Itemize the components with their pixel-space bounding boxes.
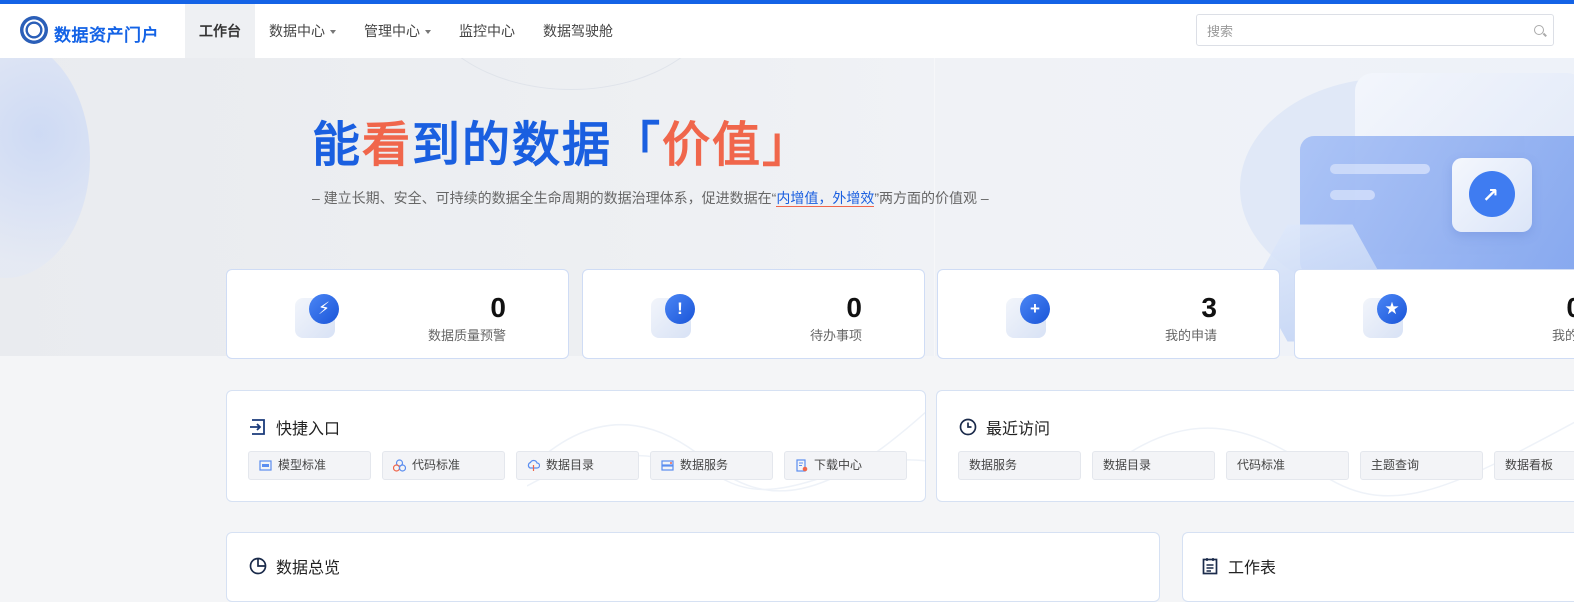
nav-label: 管理中心 bbox=[364, 23, 420, 39]
brand-title[interactable]: 数据资产门户 bbox=[54, 21, 159, 46]
stat-value: 3 bbox=[1201, 292, 1217, 323]
chip-label: 数据目录 bbox=[546, 458, 595, 472]
chip-label: 代码标准 bbox=[412, 458, 461, 472]
quick-item-code-standard[interactable]: 代码标准 bbox=[382, 451, 505, 480]
quick-item-data-catalog[interactable]: 数据目录 bbox=[516, 451, 639, 480]
recent-visits-list: 数据服务 数据目录 代码标准 主题查询 数据看板 bbox=[958, 451, 1574, 480]
download-icon bbox=[796, 459, 808, 472]
quick-item-download-center[interactable]: 下载中心 bbox=[784, 451, 907, 480]
chip-label: 数据服务 bbox=[680, 458, 729, 472]
main-nav: 工作台 数据中心 管理中心 监控中心 数据驾驶舱 bbox=[185, 4, 627, 58]
worksheet-title: 工作表 bbox=[1201, 554, 1276, 578]
panel-title-text: 最近访问 bbox=[986, 421, 1051, 438]
search-box bbox=[1196, 14, 1554, 47]
decor-waves bbox=[527, 411, 925, 492]
worksheet-panel: 工作表 bbox=[1182, 532, 1574, 602]
hero-title-part: 看 bbox=[362, 119, 413, 172]
hero-subtitle-text: ”两方面的价值观 – bbox=[874, 190, 989, 206]
stat-label: 待办事项 bbox=[809, 328, 862, 343]
hero-title-part: 能 bbox=[312, 119, 363, 172]
catalog-cloud-icon bbox=[527, 459, 540, 471]
quick-access-title: 快捷入口 bbox=[249, 415, 340, 439]
quick-access-list: 模型标准 代码标准 数据目录 数据服务 下载中心 bbox=[248, 451, 907, 480]
nav-item-workbench[interactable]: 工作台 bbox=[185, 4, 255, 58]
nav-item-monitor-center[interactable]: 监控中心 bbox=[445, 4, 529, 58]
stat-label: 我的申请 bbox=[1164, 328, 1217, 343]
decor-waves bbox=[1117, 421, 1574, 497]
top-header: 数据资产门户 工作台 数据中心 管理中心 监控中心 数据驾驶舱 bbox=[0, 4, 1574, 58]
hero-title: 能看到的数据「价值」 bbox=[312, 122, 812, 170]
stat-value: 0 bbox=[846, 292, 862, 323]
recent-visits-title: 最近访问 bbox=[959, 415, 1050, 439]
growth-arrow-icon: ↗ bbox=[1452, 158, 1532, 232]
service-icon bbox=[661, 460, 674, 471]
panel-title-text: 快捷入口 bbox=[276, 421, 341, 438]
exclamation-icon: ! bbox=[651, 292, 699, 338]
hero-subtitle-highlight: 内增值，外增效 bbox=[776, 190, 875, 207]
clipboard-list-icon bbox=[1202, 558, 1218, 575]
plus-request-icon: + bbox=[1006, 292, 1054, 338]
recent-item[interactable]: 数据看板 bbox=[1494, 451, 1574, 480]
nav-label: 数据中心 bbox=[269, 23, 325, 39]
recent-visits-panel: 最近访问 数据服务 数据目录 代码标准 主题查询 数据看板 bbox=[936, 390, 1574, 502]
nav-item-data-center[interactable]: 数据中心 bbox=[255, 4, 350, 58]
decor-blob bbox=[0, 58, 90, 278]
emblem-logo-icon[interactable] bbox=[20, 16, 48, 44]
hero-title-part: 」 bbox=[762, 119, 813, 172]
chevron-down-icon bbox=[330, 30, 336, 35]
chevron-down-icon bbox=[425, 30, 431, 35]
recent-item[interactable]: 数据目录 bbox=[1092, 451, 1215, 480]
quick-item-model-standard[interactable]: 模型标准 bbox=[248, 451, 371, 480]
clock-icon bbox=[959, 418, 977, 436]
panel-title-text: 数据总览 bbox=[276, 560, 341, 577]
hero-title-part: 到的数据「 bbox=[412, 119, 663, 172]
stat-value: 0 bbox=[490, 292, 506, 323]
chip-label: 下载中心 bbox=[814, 458, 863, 472]
stat-value: 0 bbox=[1566, 292, 1574, 324]
hero-subtitle: – 建立长期、安全、可持续的数据全生命周期的数据治理体系，促进数据在“内增值，外… bbox=[312, 188, 989, 208]
alert-bolt-icon: ⚡ bbox=[295, 292, 343, 338]
nav-label: 工作台 bbox=[199, 23, 241, 39]
stat-card-todo[interactable]: ! 0 待办事项 bbox=[582, 269, 925, 359]
recent-item[interactable]: 代码标准 bbox=[1226, 451, 1349, 480]
nav-label: 数据驾驶舱 bbox=[543, 23, 613, 39]
nav-item-data-cockpit[interactable]: 数据驾驶舱 bbox=[529, 4, 627, 58]
nav-item-management-center[interactable]: 管理中心 bbox=[350, 4, 445, 58]
pie-chart-icon bbox=[249, 557, 267, 575]
login-entry-icon bbox=[250, 419, 265, 435]
stat-label: 数据质量预警 bbox=[427, 328, 506, 343]
chip-label: 模型标准 bbox=[278, 458, 327, 472]
data-overview-title: 数据总览 bbox=[249, 554, 340, 578]
quick-item-data-service[interactable]: 数据服务 bbox=[650, 451, 773, 480]
panel-title-text: 工作表 bbox=[1228, 560, 1277, 577]
recent-item[interactable]: 主题查询 bbox=[1360, 451, 1483, 480]
stat-label: 我的收藏 bbox=[1551, 328, 1574, 343]
nav-label: 监控中心 bbox=[459, 23, 515, 39]
stat-card-favorites[interactable]: ★ 0 我的收藏 bbox=[1294, 269, 1574, 359]
model-icon bbox=[259, 460, 272, 471]
quick-access-panel: 快捷入口 模型标准 代码标准 数据目录 数据服务 下载中心 bbox=[226, 390, 926, 502]
search-input[interactable] bbox=[1197, 15, 1529, 47]
stat-card-quality-alert[interactable]: ⚡ 0 数据质量预警 bbox=[226, 269, 569, 359]
search-icon[interactable] bbox=[1534, 25, 1544, 35]
data-overview-panel: 数据总览 bbox=[226, 532, 1160, 602]
stat-card-my-requests[interactable]: + 3 我的申请 bbox=[937, 269, 1280, 359]
star-icon: ★ bbox=[1363, 292, 1411, 338]
decor-arc bbox=[420, 58, 722, 90]
recent-item[interactable]: 数据服务 bbox=[958, 451, 1081, 480]
hero-subtitle-text: – 建立长期、安全、可持续的数据全生命周期的数据治理体系，促进数据在“ bbox=[312, 190, 777, 206]
hero-title-part: 价值 bbox=[662, 119, 763, 172]
code-icon bbox=[393, 459, 406, 472]
